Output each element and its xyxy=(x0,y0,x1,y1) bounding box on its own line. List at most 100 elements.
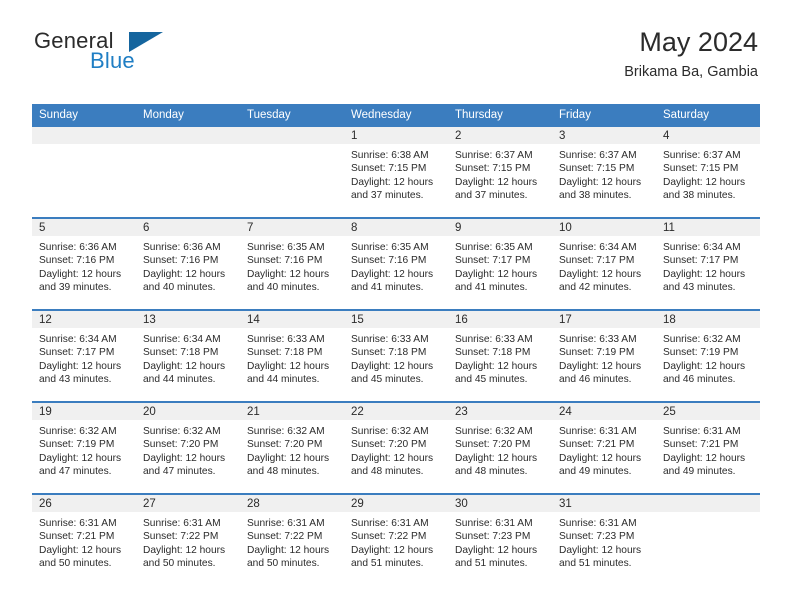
calendar-day-cell[interactable]: 12 Sunrise: 6:34 AM Sunset: 7:17 PM Dayligh… xyxy=(32,309,136,402)
day-sun-info: Sunrise: 6:32 AM Sunset: 7:19 PM Daylight:… xyxy=(656,328,760,387)
sunset-text: Sunset: 7:19 PM xyxy=(663,347,739,359)
daylight-text-line2: and 42 minutes. xyxy=(559,282,632,294)
weekday-header-sunday: Sunday xyxy=(32,104,136,127)
daylight-text-line2: and 50 minutes. xyxy=(247,558,320,570)
calendar-day-cell[interactable]: 13 Sunrise: 6:34 AM Sunset: 7:18 PM Dayligh… xyxy=(136,309,240,402)
calendar-day-cell[interactable]: 3 Sunrise: 6:37 AM Sunset: 7:15 PM Daylight… xyxy=(552,127,656,218)
day-sun-info: Sunrise: 6:35 AM Sunset: 7:17 PM Daylight:… xyxy=(448,236,552,295)
general-blue-logo[interactable]: General Blue xyxy=(32,26,232,78)
sunrise-text: Sunrise: 6:32 AM xyxy=(247,426,325,437)
day-number: 5 xyxy=(32,219,136,236)
daylight-text-line2: and 43 minutes. xyxy=(663,282,736,294)
sunset-text: Sunset: 7:18 PM xyxy=(351,347,427,359)
sunset-text: Sunset: 7:17 PM xyxy=(663,255,739,267)
daylight-text-line1: Daylight: 12 hours xyxy=(455,452,538,464)
day-sun-info: Sunrise: 6:32 AM Sunset: 7:19 PM Daylight:… xyxy=(32,420,136,479)
sunset-text: Sunset: 7:16 PM xyxy=(247,255,323,267)
calendar-week-row: 26 Sunrise: 6:31 AM Sunset: 7:21 PM Dayligh… xyxy=(32,493,760,585)
calendar-day-cell[interactable]: 7 Sunrise: 6:35 AM Sunset: 7:16 PM Daylight… xyxy=(240,217,344,310)
sunrise-text: Sunrise: 6:32 AM xyxy=(663,334,741,345)
day-number: 1 xyxy=(344,127,448,144)
sunset-text: Sunset: 7:21 PM xyxy=(559,439,635,451)
calendar-day-cell[interactable]: 19 Sunrise: 6:32 AM Sunset: 7:19 PM Dayligh… xyxy=(32,401,136,494)
day-sun-info: Sunrise: 6:34 AM Sunset: 7:18 PM Daylight:… xyxy=(136,328,240,387)
sunrise-text: Sunrise: 6:31 AM xyxy=(559,518,637,529)
calendar-day-cell[interactable]: 8 Sunrise: 6:35 AM Sunset: 7:16 PM Daylight… xyxy=(344,217,448,310)
sunset-text: Sunset: 7:16 PM xyxy=(351,255,427,267)
day-sun-info: Sunrise: 6:31 AM Sunset: 7:21 PM Daylight:… xyxy=(32,512,136,571)
daylight-text-line2: and 51 minutes. xyxy=(351,558,424,570)
calendar-day-cell[interactable]: 23 Sunrise: 6:32 AM Sunset: 7:20 PM Dayligh… xyxy=(448,401,552,494)
calendar-day-cell[interactable]: 22 Sunrise: 6:32 AM Sunset: 7:20 PM Dayligh… xyxy=(344,401,448,494)
daylight-text-line2: and 38 minutes. xyxy=(663,190,736,202)
daylight-text-line2: and 48 minutes. xyxy=(351,466,424,478)
day-sun-info: Sunrise: 6:37 AM Sunset: 7:15 PM Daylight:… xyxy=(656,144,760,203)
calendar-day-cell[interactable]: 30 Sunrise: 6:31 AM Sunset: 7:23 PM Dayligh… xyxy=(448,493,552,585)
day-sun-info: Sunrise: 6:36 AM Sunset: 7:16 PM Daylight:… xyxy=(136,236,240,295)
daylight-text-line1: Daylight: 12 hours xyxy=(39,268,122,280)
calendar-day-cell[interactable]: 2 Sunrise: 6:37 AM Sunset: 7:15 PM Daylight… xyxy=(448,127,552,218)
day-number: 8 xyxy=(344,219,448,236)
sunset-text: Sunset: 7:20 PM xyxy=(455,439,531,451)
daylight-text-line1: Daylight: 12 hours xyxy=(559,452,642,464)
sunset-text: Sunset: 7:17 PM xyxy=(39,347,115,359)
calendar-day-cell[interactable]: 27 Sunrise: 6:31 AM Sunset: 7:22 PM Dayligh… xyxy=(136,493,240,585)
day-number: 12 xyxy=(32,311,136,328)
day-number: 4 xyxy=(656,127,760,144)
sunrise-text: Sunrise: 6:32 AM xyxy=(351,426,429,437)
calendar-day-cell[interactable]: 10 Sunrise: 6:34 AM Sunset: 7:17 PM Dayligh… xyxy=(552,217,656,310)
sunset-text: Sunset: 7:20 PM xyxy=(247,439,323,451)
weekday-header-thursday: Thursday xyxy=(448,104,552,127)
calendar-day-cell[interactable]: 11 Sunrise: 6:34 AM Sunset: 7:17 PM Dayligh… xyxy=(656,217,760,310)
day-sun-info: Sunrise: 6:31 AM Sunset: 7:22 PM Daylight:… xyxy=(136,512,240,571)
calendar-week-row: 12 Sunrise: 6:34 AM Sunset: 7:17 PM Dayligh… xyxy=(32,309,760,402)
daylight-text-line1: Daylight: 12 hours xyxy=(247,452,330,464)
weekday-header-tuesday: Tuesday xyxy=(240,104,344,127)
day-number: 30 xyxy=(448,495,552,512)
day-number xyxy=(32,127,136,144)
calendar-day-cell[interactable]: 21 Sunrise: 6:32 AM Sunset: 7:20 PM Dayligh… xyxy=(240,401,344,494)
sunset-text: Sunset: 7:23 PM xyxy=(559,531,635,543)
daylight-text-line1: Daylight: 12 hours xyxy=(351,360,434,372)
sunrise-text: Sunrise: 6:36 AM xyxy=(143,242,221,253)
sunrise-text: Sunrise: 6:33 AM xyxy=(559,334,637,345)
calendar-day-cell[interactable]: 20 Sunrise: 6:32 AM Sunset: 7:20 PM Dayligh… xyxy=(136,401,240,494)
daylight-text-line1: Daylight: 12 hours xyxy=(247,544,330,556)
calendar-day-cell[interactable]: 14 Sunrise: 6:33 AM Sunset: 7:18 PM Dayligh… xyxy=(240,309,344,402)
sunset-text: Sunset: 7:16 PM xyxy=(39,255,115,267)
calendar-day-cell[interactable]: 4 Sunrise: 6:37 AM Sunset: 7:15 PM Daylight… xyxy=(656,127,760,218)
daylight-text-line1: Daylight: 12 hours xyxy=(663,176,746,188)
calendar-day-cell[interactable]: 26 Sunrise: 6:31 AM Sunset: 7:21 PM Dayligh… xyxy=(32,493,136,585)
day-sun-info: Sunrise: 6:37 AM Sunset: 7:15 PM Daylight:… xyxy=(448,144,552,203)
calendar-day-cell[interactable]: 15 Sunrise: 6:33 AM Sunset: 7:18 PM Dayligh… xyxy=(344,309,448,402)
calendar-day-cell[interactable]: 24 Sunrise: 6:31 AM Sunset: 7:21 PM Dayligh… xyxy=(552,401,656,494)
daylight-text-line2: and 51 minutes. xyxy=(455,558,528,570)
calendar-day-cell[interactable]: 28 Sunrise: 6:31 AM Sunset: 7:22 PM Dayligh… xyxy=(240,493,344,585)
daylight-text-line2: and 45 minutes. xyxy=(351,374,424,386)
calendar-day-cell[interactable]: 16 Sunrise: 6:33 AM Sunset: 7:18 PM Dayligh… xyxy=(448,309,552,402)
calendar-day-cell[interactable]: 31 Sunrise: 6:31 AM Sunset: 7:23 PM Dayligh… xyxy=(552,493,656,585)
calendar-day-cell[interactable]: 18 Sunrise: 6:32 AM Sunset: 7:19 PM Dayligh… xyxy=(656,309,760,402)
calendar-day-cell[interactable]: 17 Sunrise: 6:33 AM Sunset: 7:19 PM Dayligh… xyxy=(552,309,656,402)
daylight-text-line1: Daylight: 12 hours xyxy=(247,360,330,372)
day-sun-info: Sunrise: 6:34 AM Sunset: 7:17 PM Daylight:… xyxy=(32,328,136,387)
calendar-day-cell[interactable]: 29 Sunrise: 6:31 AM Sunset: 7:22 PM Dayligh… xyxy=(344,493,448,585)
day-sun-info: Sunrise: 6:33 AM Sunset: 7:18 PM Daylight:… xyxy=(240,328,344,387)
sunrise-text: Sunrise: 6:31 AM xyxy=(663,426,741,437)
day-number: 31 xyxy=(552,495,656,512)
page-header: General Blue May 2024 Brikama Ba, Gambia xyxy=(32,0,760,80)
calendar-day-cell[interactable]: 6 Sunrise: 6:36 AM Sunset: 7:16 PM Daylight… xyxy=(136,217,240,310)
sunset-text: Sunset: 7:18 PM xyxy=(143,347,219,359)
day-number: 24 xyxy=(552,403,656,420)
sunrise-text: Sunrise: 6:31 AM xyxy=(39,518,117,529)
calendar-day-cell[interactable]: 1 Sunrise: 6:38 AM Sunset: 7:15 PM Daylight… xyxy=(344,127,448,218)
day-number: 7 xyxy=(240,219,344,236)
sunrise-text: Sunrise: 6:36 AM xyxy=(39,242,117,253)
calendar-day-cell[interactable]: 25 Sunrise: 6:31 AM Sunset: 7:21 PM Dayligh… xyxy=(656,401,760,494)
calendar-day-cell[interactable]: 9 Sunrise: 6:35 AM Sunset: 7:17 PM Daylight… xyxy=(448,217,552,310)
sunset-text: Sunset: 7:16 PM xyxy=(143,255,219,267)
day-number: 25 xyxy=(656,403,760,420)
day-number: 22 xyxy=(344,403,448,420)
day-number: 28 xyxy=(240,495,344,512)
calendar-day-cell[interactable]: 5 Sunrise: 6:36 AM Sunset: 7:16 PM Daylight… xyxy=(32,217,136,310)
